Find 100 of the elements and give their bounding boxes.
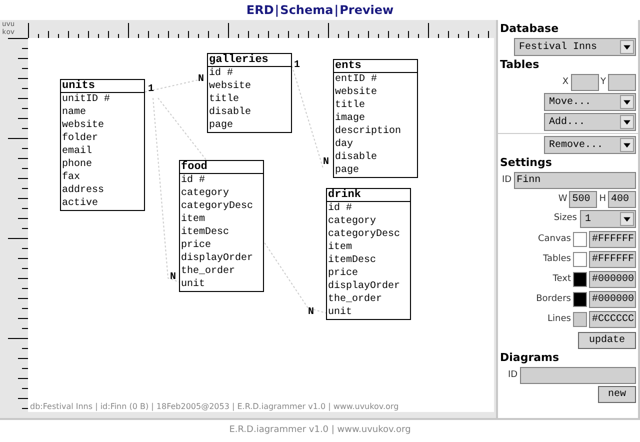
table-name: ents: [335, 60, 362, 72]
section-title: Diagrams: [499, 351, 560, 365]
field-name: the_order: [327, 293, 384, 306]
height-field[interactable]: 400: [608, 191, 636, 208]
field-label: Tables: [543, 252, 571, 266]
field-name: day: [334, 138, 354, 151]
field-name: title: [334, 99, 366, 112]
field-name: unitID #: [61, 93, 112, 106]
field-name: price: [180, 239, 212, 252]
relationship-line: [144, 80, 198, 92]
y-field[interactable]: [608, 74, 636, 91]
field-name: itemDesc: [327, 254, 378, 267]
field-name: website: [61, 119, 106, 132]
field-name: website: [208, 80, 252, 93]
cardinality-label: 1: [294, 60, 300, 71]
field-name: page: [208, 119, 234, 132]
field-name: unit: [327, 306, 354, 319]
table-name: galleries: [209, 54, 268, 66]
field-label: Y: [600, 76, 606, 89]
field-name: title: [208, 93, 240, 106]
nav-separator: |: [274, 2, 280, 19]
database-dropdown[interactable]: Festival Inns: [514, 38, 636, 56]
field-label: Borders: [536, 292, 571, 306]
color-swatch[interactable]: [573, 272, 587, 287]
cardinality-label: N: [170, 272, 176, 283]
caret-icon: [620, 212, 634, 226]
field-name: description: [334, 125, 402, 138]
table-box[interactable]: units unitID # name website folder email phone fax address active: [60, 79, 145, 211]
field-name: id #: [180, 174, 206, 187]
nav-link[interactable]: ERD: [246, 1, 274, 19]
nav-separator: |: [333, 2, 340, 19]
caret-icon: [620, 95, 634, 109]
add-dropdown[interactable]: Add...: [544, 113, 636, 131]
id-field[interactable]: Finn: [514, 172, 636, 189]
color-swatch[interactable]: [573, 252, 587, 267]
table-box[interactable]: ents entID # website title image description day disable page: [333, 59, 418, 178]
field-name: page: [334, 164, 360, 177]
field-name: id #: [327, 202, 354, 215]
color-field[interactable]: #FFFFFF: [589, 251, 636, 268]
color-field[interactable]: #FFFFFF: [589, 231, 636, 248]
field-name: folder: [61, 132, 100, 145]
field-label: Sizes: [554, 212, 577, 226]
field-name: item: [327, 241, 354, 254]
color-field[interactable]: #000000: [589, 291, 636, 308]
color-field[interactable]: #000000: [589, 271, 636, 288]
cardinality-label: N: [308, 307, 314, 318]
color-swatch[interactable]: [573, 292, 587, 307]
footer-text: E.R.D.iagrammer v1.0 | www.uvukov.org: [229, 424, 411, 438]
nav-link[interactable]: Schema: [280, 1, 334, 19]
field-name: unit: [180, 278, 206, 291]
table-box[interactable]: food id # category categoryDesc item itemDesc price displayOrder the_order unit: [179, 160, 264, 292]
update-button[interactable]: update: [578, 332, 636, 349]
field-name: website: [334, 86, 378, 99]
field-name: id #: [208, 67, 234, 80]
field-name: categoryDesc: [327, 228, 402, 241]
field-name: disable: [208, 106, 252, 119]
field-label: ID: [508, 368, 518, 382]
field-label: H: [599, 192, 606, 206]
new-button[interactable]: new: [598, 386, 636, 403]
field-name: displayOrder: [327, 280, 402, 293]
field-label: ID: [502, 174, 512, 187]
caret-icon: [620, 40, 634, 54]
cardinality-label: N: [198, 74, 204, 85]
field-name: the_order: [180, 265, 236, 278]
table-name: drink: [328, 189, 362, 201]
color-field[interactable]: #CCCCCC: [589, 311, 636, 328]
field-name: disable: [334, 151, 378, 164]
field-name: address: [61, 184, 106, 197]
table-name: units: [62, 80, 96, 92]
status-line: db:Festival Inns | id:Finn (0 B) | 18Feb2005@2053 | E.R.D.iagrammer v1.0 | www.uvukov.org: [29, 402, 400, 412]
diagram-id-field[interactable]: [520, 367, 636, 384]
width-field[interactable]: 500: [569, 191, 598, 208]
field-label: Lines: [548, 312, 571, 326]
table-box[interactable]: drink id # category categoryDesc item itemDesc price displayOrder the_order unit: [326, 188, 411, 320]
field-label: W: [558, 192, 568, 206]
move-dropdown[interactable]: Move...: [544, 93, 636, 111]
remove-dropdown[interactable]: Remove...: [544, 136, 636, 154]
field-name: categoryDesc: [180, 200, 254, 213]
field-name: phone: [61, 158, 94, 171]
field-name: fax: [61, 171, 82, 184]
sizes-dropdown[interactable]: 1: [580, 210, 636, 228]
field-name: active: [61, 197, 100, 210]
table-name: food: [181, 161, 208, 173]
field-label: Canvas: [538, 232, 571, 246]
cardinality-label: 1: [148, 84, 154, 95]
x-field[interactable]: [570, 74, 598, 91]
field-name: price: [327, 267, 360, 280]
field-label: Text: [552, 272, 571, 286]
field-name: category: [180, 187, 230, 200]
section-title: Database: [499, 22, 560, 36]
nav-link[interactable]: Preview: [340, 1, 394, 19]
section-title: Settings: [499, 156, 553, 170]
color-swatch[interactable]: [573, 312, 587, 327]
field-name: displayOrder: [180, 252, 254, 265]
cardinality-label: N: [323, 157, 330, 168]
field-label: X: [562, 76, 568, 89]
caret-icon: [620, 115, 634, 129]
color-swatch[interactable]: [573, 232, 587, 247]
field-name: itemDesc: [180, 226, 230, 239]
table-box[interactable]: galleries id # website title disable page: [207, 53, 292, 133]
